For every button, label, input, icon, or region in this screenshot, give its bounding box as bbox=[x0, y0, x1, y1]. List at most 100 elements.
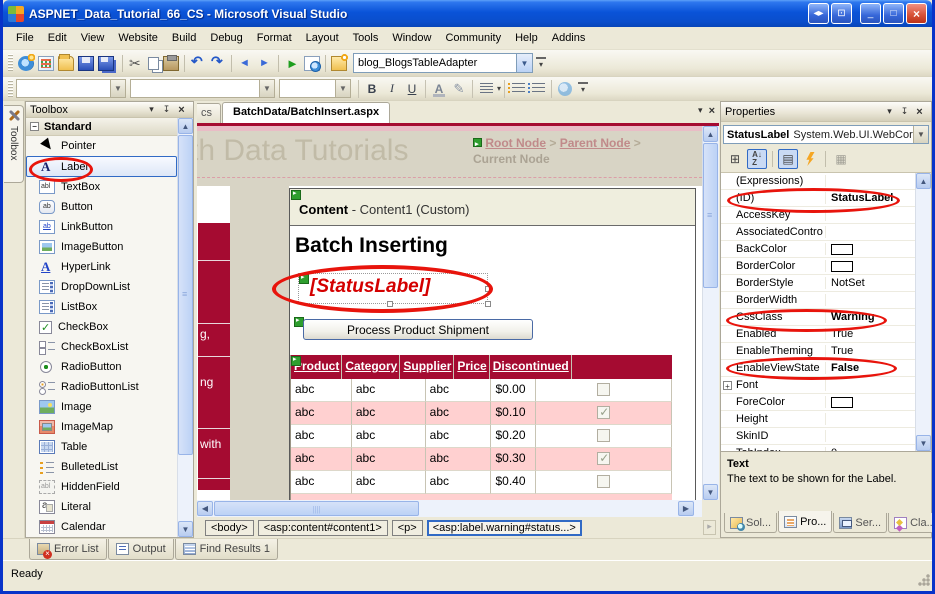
breadcrumb-root-link[interactable]: Root Node bbox=[485, 136, 546, 150]
events-button[interactable] bbox=[800, 149, 820, 169]
hyperlink-button[interactable] bbox=[555, 79, 575, 99]
resize-handle[interactable] bbox=[387, 301, 393, 307]
dock-tab[interactable]: Sol... bbox=[724, 513, 778, 533]
property-row[interactable]: AccessKey bbox=[721, 207, 915, 224]
toolbox-item[interactable]: Table bbox=[26, 437, 177, 457]
toolbar-button[interactable]: ▾ bbox=[16, 52, 36, 74]
block-format-combobox[interactable]: ▼ bbox=[130, 79, 275, 98]
scrollbar-thumb[interactable] bbox=[214, 501, 419, 516]
property-value[interactable] bbox=[826, 260, 915, 272]
breadcrumb-parent-link[interactable]: Parent Node bbox=[560, 136, 631, 150]
bulleted-list-button[interactable] bbox=[507, 79, 528, 99]
scroll-up-icon[interactable]: ▲ bbox=[916, 173, 931, 189]
toolbox-close-icon[interactable]: × bbox=[174, 102, 189, 117]
toolbox-titlebar[interactable]: Toolbox ▾ ↧ × bbox=[26, 102, 193, 118]
resize-handle[interactable] bbox=[485, 286, 491, 292]
categorized-button[interactable]: ⊞ bbox=[725, 149, 745, 169]
menu-item[interactable]: Build bbox=[165, 29, 203, 47]
products-gridview[interactable]: Product Category Supplier Price Discontinued… bbox=[290, 355, 672, 494]
highlight-button[interactable] bbox=[449, 79, 469, 99]
auto-hide-pin-icon[interactable]: ↧ bbox=[897, 104, 912, 119]
toolbar-button[interactable]: ▾ bbox=[302, 52, 322, 74]
property-value[interactable]: NotSet bbox=[826, 277, 915, 289]
dock-tab[interactable]: Cla... bbox=[888, 513, 932, 533]
numbered-list-button[interactable] bbox=[527, 79, 548, 99]
toolbox-item[interactable]: TextBox bbox=[26, 177, 177, 197]
property-value[interactable]: StatusLabel bbox=[826, 192, 915, 204]
bold-button[interactable]: B bbox=[362, 79, 382, 99]
document-list-dropdown-icon[interactable]: ▾ bbox=[698, 105, 703, 117]
toolbar-button[interactable]: ▾ bbox=[126, 52, 146, 74]
menu-item[interactable]: View bbox=[74, 29, 112, 47]
toolbox-item[interactable]: Image bbox=[26, 397, 177, 417]
process-shipment-button[interactable]: Process Product Shipment bbox=[303, 319, 533, 340]
italic-button[interactable]: I bbox=[382, 79, 402, 99]
property-row[interactable]: BackColor bbox=[721, 241, 915, 258]
toolbox-item[interactable]: BulletedList bbox=[26, 457, 177, 477]
property-value[interactable]: True bbox=[826, 328, 915, 340]
tag-navigator-item[interactable]: <asp:label.warning#status...> bbox=[426, 519, 582, 536]
underline-button[interactable]: U bbox=[402, 79, 422, 99]
document-close-icon[interactable]: × bbox=[709, 105, 715, 117]
scroll-down-icon[interactable]: ▼ bbox=[178, 521, 193, 537]
toolbox-item[interactable]: HyperLink bbox=[26, 257, 177, 277]
scrollbar-thumb[interactable] bbox=[703, 143, 718, 288]
scroll-down-icon[interactable]: ▼ bbox=[916, 435, 931, 451]
property-row[interactable]: SkinID bbox=[721, 428, 915, 445]
menu-item[interactable]: Addins bbox=[545, 29, 593, 47]
toolbar-button[interactable]: ▾ bbox=[96, 52, 119, 74]
color-swatch[interactable] bbox=[831, 243, 853, 255]
font-size-combobox[interactable]: ▼ bbox=[279, 79, 351, 98]
property-row[interactable]: Enabled True bbox=[721, 326, 915, 343]
tag-navigator-more-icon[interactable]: ▸ bbox=[703, 520, 716, 535]
toolbox-scrollbar[interactable]: ▲ ▼ bbox=[177, 118, 193, 537]
tag-navigator-item[interactable]: <p> bbox=[391, 519, 423, 536]
bottom-tab[interactable]: Output bbox=[107, 539, 174, 560]
toolbox-item[interactable]: Button bbox=[26, 197, 177, 217]
property-value[interactable]: False bbox=[826, 362, 915, 374]
resize-grip[interactable] bbox=[918, 574, 930, 586]
property-row[interactable]: EnableTheming True bbox=[721, 343, 915, 360]
color-swatch[interactable] bbox=[831, 396, 853, 408]
property-row[interactable]: BorderColor bbox=[721, 258, 915, 275]
combobox-dropdown-icon[interactable]: ▼ bbox=[259, 80, 274, 97]
scroll-left-icon[interactable]: ◀ bbox=[197, 501, 213, 516]
toolbox-section-standard[interactable]: − Standard bbox=[26, 118, 177, 136]
align-left-button[interactable] bbox=[476, 79, 496, 99]
discontinued-checkbox[interactable] bbox=[597, 475, 611, 488]
scroll-right-icon[interactable]: ▶ bbox=[678, 501, 694, 516]
toolbox-item[interactable]: Literal bbox=[26, 497, 177, 517]
toolbox-item[interactable]: HiddenField bbox=[26, 477, 177, 497]
toolbar-grip-2[interactable] bbox=[8, 79, 13, 98]
collapse-section-icon[interactable]: − bbox=[30, 122, 39, 131]
menu-item[interactable]: Window bbox=[385, 29, 438, 47]
content-frame-header[interactable]: Content - Content1 (Custom) bbox=[290, 189, 695, 226]
scroll-up-icon[interactable]: ▲ bbox=[703, 126, 718, 142]
toolbar-overflow-button-2[interactable]: ▾ bbox=[578, 82, 589, 95]
status-label-control[interactable]: [StatusLabel] bbox=[298, 273, 491, 307]
toolbar-button[interactable]: ▾ bbox=[181, 52, 188, 74]
gridview-header-cell[interactable]: Supplier bbox=[400, 355, 455, 379]
tag-navigator-item[interactable]: <asp:content#content1> bbox=[257, 519, 388, 536]
menu-item[interactable]: Help bbox=[508, 29, 545, 47]
toolbox-item[interactable]: ListBox bbox=[26, 297, 177, 317]
control-glyph-icon[interactable] bbox=[291, 189, 301, 200]
toolbox-collapsed-tab[interactable]: Toolbox bbox=[4, 105, 24, 183]
property-row[interactable]: BorderWidth bbox=[721, 292, 915, 309]
property-value[interactable] bbox=[826, 396, 915, 408]
menu-item[interactable]: Website bbox=[111, 29, 165, 47]
toolbar-button[interactable]: ▾ bbox=[275, 52, 282, 74]
toolbar-button[interactable]: ▾ bbox=[76, 52, 96, 74]
content-control-frame[interactable]: Content - Content1 (Custom) Batch Insert… bbox=[289, 188, 696, 500]
menu-item[interactable]: Format bbox=[250, 29, 299, 47]
property-value[interactable]: True bbox=[826, 345, 915, 357]
tag-navigator-item[interactable]: <body> bbox=[205, 519, 254, 536]
target-schema-combobox[interactable]: ▼ bbox=[16, 79, 126, 98]
toolbox-item[interactable]: CheckBoxList bbox=[26, 337, 177, 357]
property-grid-scrollbar[interactable]: ▲ ▼ bbox=[915, 173, 931, 451]
toolbar-button[interactable]: ▾ bbox=[282, 52, 302, 74]
toolbar-button[interactable]: ▾ bbox=[188, 52, 208, 74]
menu-item[interactable]: Community bbox=[438, 29, 508, 47]
property-row[interactable]: EnableViewState False bbox=[721, 360, 915, 377]
toolbar-button[interactable]: ▾ bbox=[161, 52, 181, 74]
